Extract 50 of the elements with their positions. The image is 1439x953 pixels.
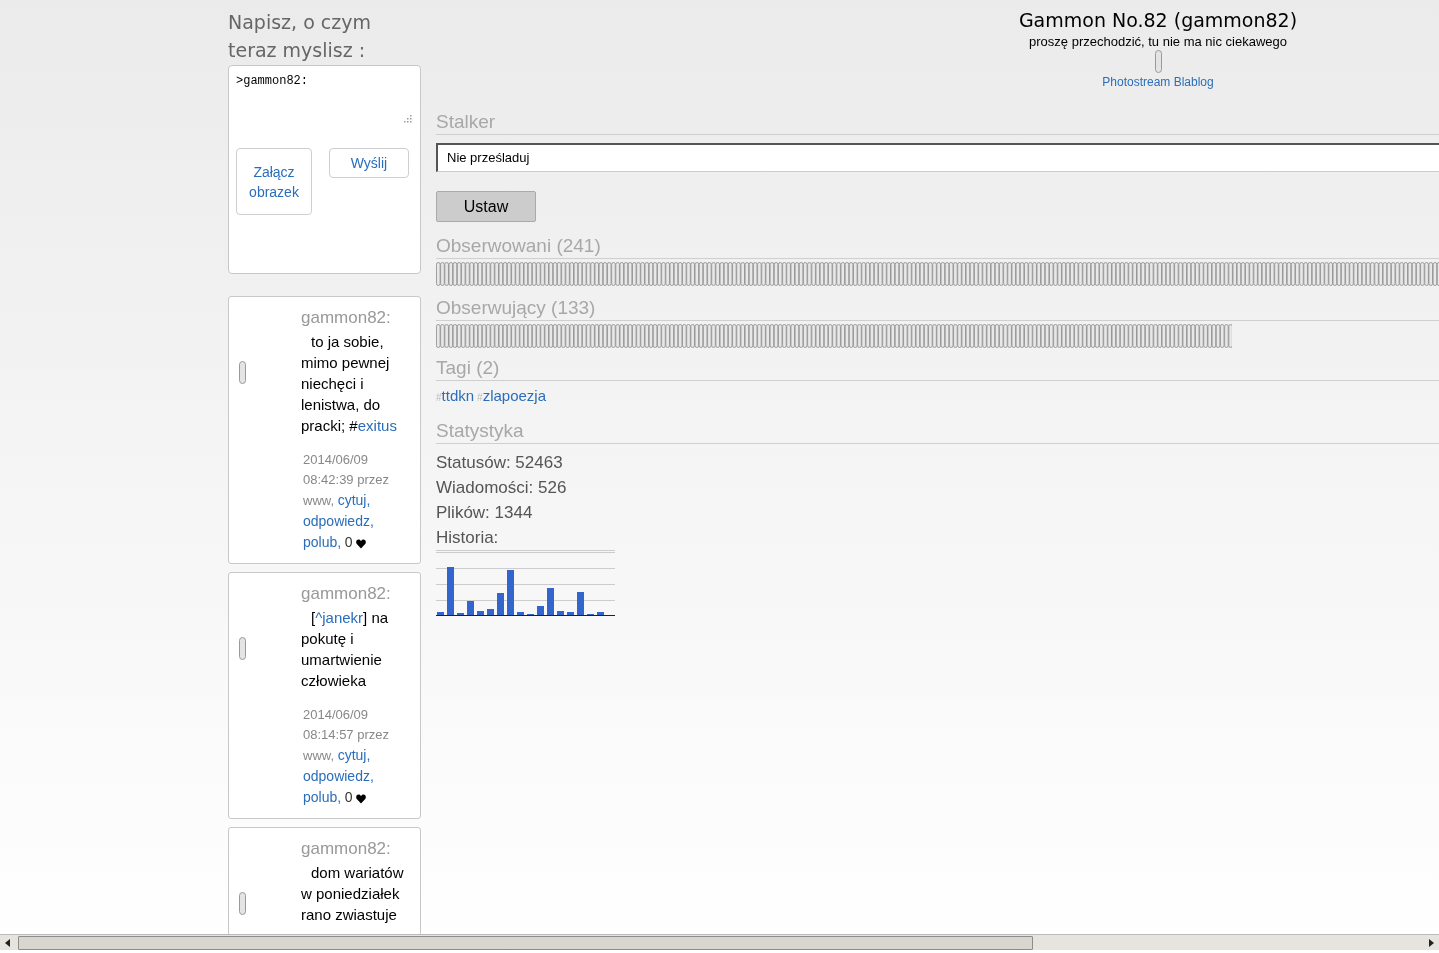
horizontal-scrollbar[interactable] bbox=[0, 934, 1439, 950]
post-action-link[interactable]: cytuj, bbox=[337, 492, 371, 508]
section-heading: Statystyka bbox=[436, 419, 1439, 444]
tag-link[interactable]: #zlapoezja bbox=[477, 385, 547, 409]
post-author: gammon82: bbox=[301, 838, 392, 860]
profile-subtitle: proszę przechodzić, tu nie ma nic ciekawego bbox=[1028, 33, 1288, 50]
tag-link[interactable]: #ttdkn bbox=[436, 385, 475, 409]
section-heading: Obserwujący (133) bbox=[436, 296, 1439, 321]
stat-line: Wiadomości: 526 bbox=[436, 477, 568, 499]
heart-icon bbox=[355, 538, 366, 549]
profile-title: Gammon No.82 (gammon82) bbox=[1017, 8, 1299, 33]
heart-icon bbox=[355, 793, 366, 804]
scrollbar-thumb[interactable] bbox=[18, 935, 1033, 950]
post-link[interactable]: exitus bbox=[357, 417, 397, 434]
post-text: to ja sobie, mimo pewnej niechęci i lenistwa, do pracki; #exitus bbox=[301, 332, 398, 436]
post-action-link[interactable]: cytuj, bbox=[337, 747, 371, 763]
post-author: gammon82: bbox=[301, 307, 392, 329]
post-action-link[interactable]: odpowiedz, bbox=[303, 513, 374, 529]
post-text: [^janekr] na pokutę i umartwienie człowieka bbox=[301, 608, 390, 691]
status-input[interactable]: >gammon82: bbox=[236, 74, 413, 128]
post-action-link[interactable]: polub, bbox=[303, 789, 342, 805]
post-text: dom wariatów w poniedziałek rano zwiastuje bbox=[301, 863, 405, 925]
broken-image-icon bbox=[239, 892, 246, 915]
section-heading: Obserwowani (241) bbox=[436, 234, 1439, 259]
section-heading: Tagi (2) bbox=[436, 356, 1439, 381]
resize-grip-icon bbox=[403, 114, 412, 123]
broken-image-icon bbox=[239, 637, 246, 660]
set-button[interactable]: Ustaw bbox=[436, 191, 536, 222]
send-button[interactable]: Wyślij bbox=[329, 148, 409, 178]
history-label: Historia: bbox=[436, 525, 615, 551]
post-timestamp: 2014/06/09 bbox=[303, 706, 370, 724]
composer-heading: Napisz, o czym teraz myslisz : bbox=[228, 10, 372, 63]
stalker-select[interactable]: Nie prześladuj bbox=[436, 143, 1439, 172]
profile-links[interactable]: Photostream Blablog bbox=[935, 74, 1381, 90]
broken-image-icon bbox=[1154, 50, 1162, 73]
like-count: 0 bbox=[344, 534, 353, 550]
post-source: www, bbox=[303, 493, 335, 508]
post-author: gammon82: bbox=[301, 583, 392, 605]
post-timestamp: 08:14:57 przez bbox=[303, 726, 390, 744]
post-timestamp: 08:42:39 przez bbox=[303, 471, 390, 489]
post-action-link[interactable]: odpowiedz, bbox=[303, 768, 374, 784]
attach-image-button[interactable]: Załącz obrazek bbox=[236, 148, 312, 215]
post-source: www, bbox=[303, 748, 335, 763]
broken-image-icon bbox=[239, 361, 246, 384]
stat-line: Plików: 1344 bbox=[436, 502, 534, 524]
like-count: 0 bbox=[344, 789, 353, 805]
post-action-link[interactable]: polub, bbox=[303, 534, 342, 550]
post-timestamp: 2014/06/09 bbox=[303, 451, 370, 469]
stat-line: Statusów: 52463 bbox=[436, 452, 564, 474]
section-heading: Stalker bbox=[436, 110, 1439, 135]
